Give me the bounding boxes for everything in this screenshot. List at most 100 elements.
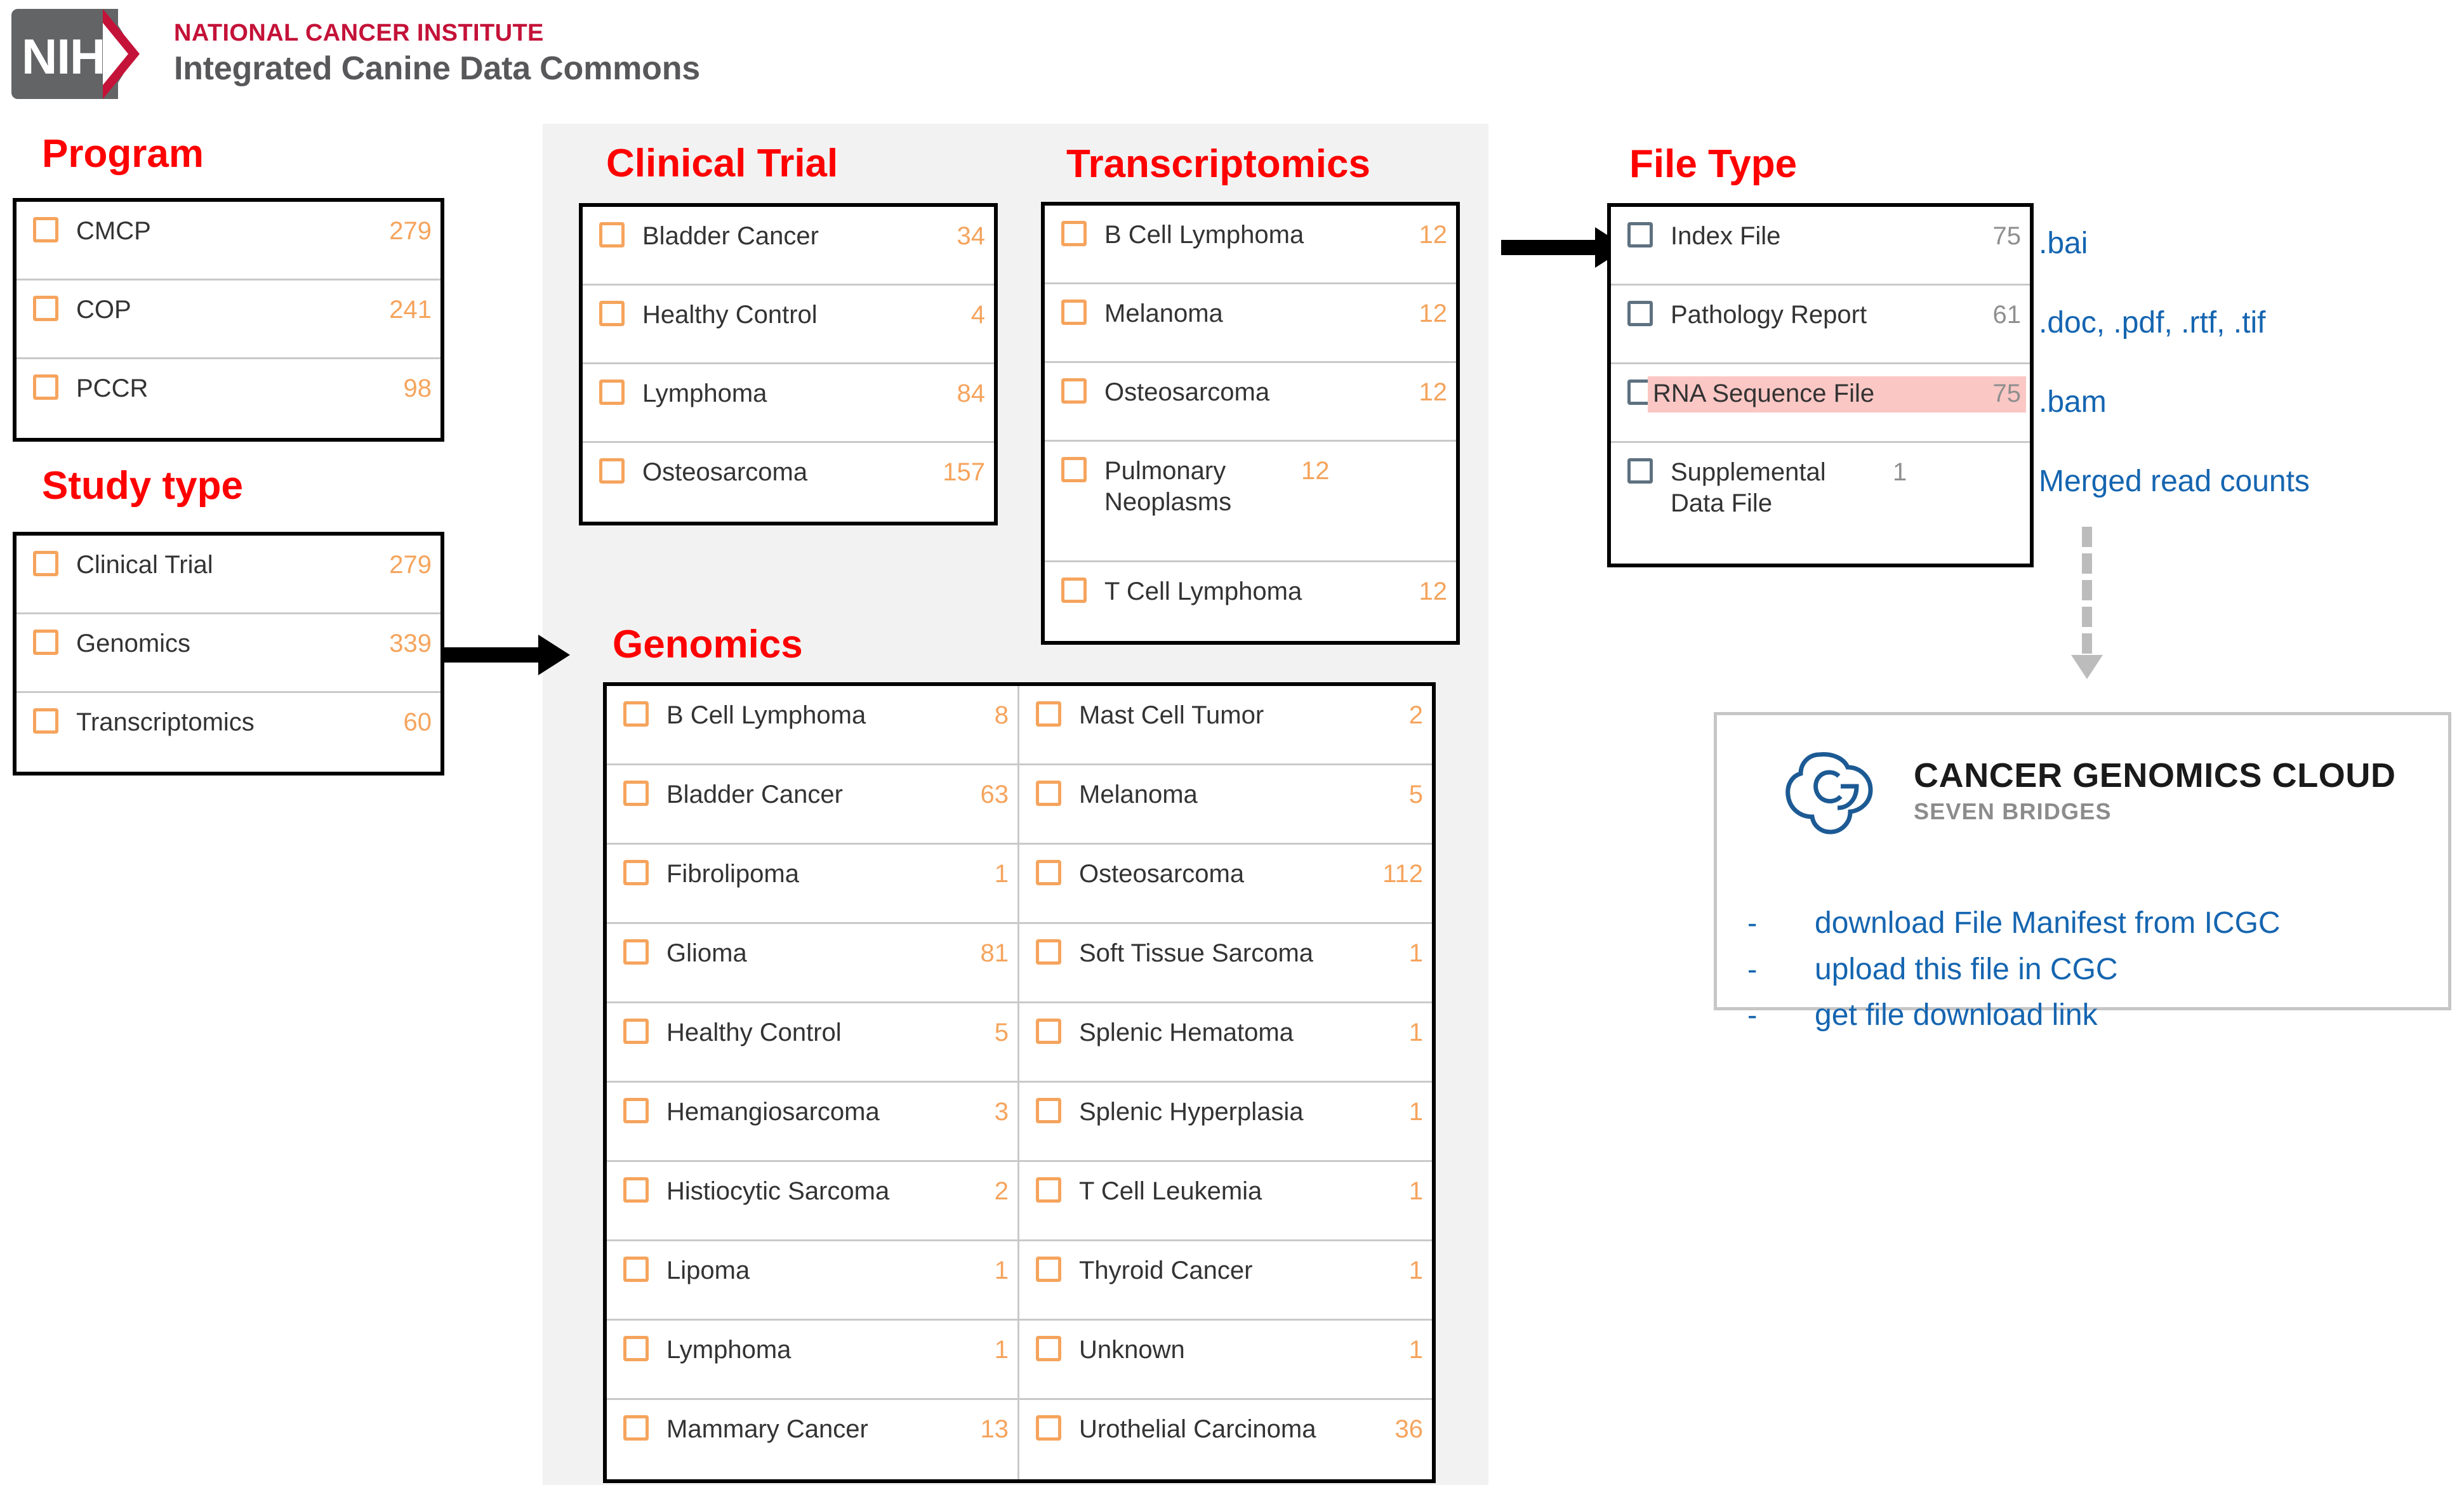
list-item: - upload this file in CGC xyxy=(1747,952,2439,988)
facet-count: 1 xyxy=(1893,458,1907,486)
facet-row-program-cop[interactable]: COP 241 xyxy=(17,280,440,359)
checkbox-icon[interactable] xyxy=(623,701,649,727)
facet-row-gx-lipoma[interactable]: Lipoma 1 xyxy=(607,1241,1017,1321)
facet-row-gx-mammary-cancer[interactable]: Mammary Cancer 13 xyxy=(607,1400,1017,1479)
checkbox-icon[interactable] xyxy=(33,296,58,321)
facet-row-gx-soft-tissue-sarcoma[interactable]: Soft Tissue Sarcoma 1 xyxy=(1019,924,1432,1003)
facet-study-type: Clinical Trial 279 Genomics 339 Transcri… xyxy=(13,532,444,776)
facet-row-gx-healthy-control[interactable]: Healthy Control 5 xyxy=(607,1003,1017,1083)
checkbox-icon[interactable] xyxy=(1061,300,1087,325)
facet-row-gx-splenic-hematoma[interactable]: Splenic Hematoma 1 xyxy=(1019,1003,1432,1083)
checkbox-icon[interactable] xyxy=(623,1177,649,1203)
checkbox-icon[interactable] xyxy=(623,939,649,965)
facet-row-tx-osteosarcoma[interactable]: Osteosarcoma 12 xyxy=(1045,363,1456,442)
facet-label: CMCP xyxy=(76,217,151,245)
section-label-study-type: Study type xyxy=(42,464,243,508)
facet-row-program-cmcp[interactable]: CMCP 279 xyxy=(17,202,440,280)
facet-row-gx-thyroid-cancer[interactable]: Thyroid Cancer 1 xyxy=(1019,1241,1432,1321)
facet-row-ct-lymphoma[interactable]: Lymphoma 84 xyxy=(583,364,994,443)
checkbox-icon[interactable] xyxy=(623,1415,649,1441)
facet-row-ft-supplemental-data-file[interactable]: Supplemental Data File 1 xyxy=(1611,443,2030,564)
facet-row-gx-hemangiosarcoma[interactable]: Hemangiosarcoma 3 xyxy=(607,1083,1017,1162)
checkbox-icon[interactable] xyxy=(623,1098,649,1123)
facet-row-gx-mast-cell-tumor[interactable]: Mast Cell Tumor 2 xyxy=(1019,686,1432,765)
facet-row-ft-pathology-report[interactable]: Pathology Report 61 xyxy=(1611,286,2030,364)
checkbox-icon[interactable] xyxy=(33,551,58,576)
facet-row-study-transcriptomics[interactable]: Transcriptomics 60 xyxy=(17,693,440,772)
checkbox-icon[interactable] xyxy=(1036,1257,1061,1282)
facet-count: 12 xyxy=(1419,300,1448,327)
cgc-step-text: upload this file in CGC xyxy=(1815,952,2118,986)
facet-label: PCCR xyxy=(76,374,149,402)
checkbox-icon[interactable] xyxy=(1061,578,1087,603)
facet-row-gx-b-cell-lymphoma[interactable]: B Cell Lymphoma 8 xyxy=(607,686,1017,765)
facet-row-gx-urothelial-carcinoma[interactable]: Urothelial Carcinoma 36 xyxy=(1019,1400,1432,1479)
nih-logo: NIH xyxy=(11,9,156,99)
checkbox-icon[interactable] xyxy=(1036,701,1061,727)
facet-row-tx-pulmonary-neoplasms[interactable]: Pulmonary Neoplasms 12 xyxy=(1045,442,1456,562)
facet-row-gx-osteosarcoma[interactable]: Osteosarcoma 112 xyxy=(1019,845,1432,924)
facet-count: 61 xyxy=(1992,301,2022,329)
checkbox-icon[interactable] xyxy=(33,374,58,400)
checkbox-icon[interactable] xyxy=(33,630,58,655)
facet-count: 1 xyxy=(1408,1336,1423,1364)
checkbox-icon[interactable] xyxy=(623,1019,649,1044)
checkbox-icon[interactable] xyxy=(33,217,58,242)
facet-row-gx-melanoma[interactable]: Melanoma 5 xyxy=(1019,765,1432,845)
nih-logo-letters: NIH xyxy=(22,29,105,84)
facet-row-gx-splenic-hyperplasia[interactable]: Splenic Hyperplasia 1 xyxy=(1019,1083,1432,1162)
checkbox-icon[interactable] xyxy=(1061,457,1087,482)
facet-label: Mammary Cancer xyxy=(666,1415,868,1443)
annotation-doc-pdf-rtf-tif: .doc, .pdf, .rtf, .tif xyxy=(2039,306,2266,340)
checkbox-icon[interactable] xyxy=(1036,781,1061,806)
checkbox-icon[interactable] xyxy=(33,708,58,734)
facet-row-gx-lymphoma[interactable]: Lymphoma 1 xyxy=(607,1321,1017,1400)
facet-row-study-genomics[interactable]: Genomics 339 xyxy=(17,614,440,693)
facet-count: 1 xyxy=(994,860,1009,888)
facet-row-gx-bladder-cancer[interactable]: Bladder Cancer 63 xyxy=(607,765,1017,845)
cgc-subtitle: SEVEN BRIDGES xyxy=(1914,798,2112,824)
checkbox-icon[interactable] xyxy=(623,1336,649,1361)
checkbox-icon[interactable] xyxy=(623,781,649,806)
checkbox-icon[interactable] xyxy=(1061,221,1087,246)
checkbox-icon[interactable] xyxy=(599,380,625,405)
facet-count: 279 xyxy=(389,551,432,579)
facet-row-tx-melanoma[interactable]: Melanoma 12 xyxy=(1045,284,1456,363)
checkbox-icon[interactable] xyxy=(1036,1019,1061,1044)
facet-row-gx-histiocytic-sarcoma[interactable]: Histiocytic Sarcoma 2 xyxy=(607,1162,1017,1241)
facet-label: Lipoma xyxy=(666,1257,750,1284)
checkbox-icon[interactable] xyxy=(623,1257,649,1282)
facet-row-tx-t-cell-lymphoma[interactable]: T Cell Lymphoma 12 xyxy=(1045,562,1456,641)
facet-row-program-pccr[interactable]: PCCR 98 xyxy=(17,359,440,438)
bullet-dash-icon: - xyxy=(1747,998,1758,1032)
facet-row-study-clinical-trial[interactable]: Clinical Trial 279 xyxy=(17,536,440,614)
facet-row-tx-b-cell-lymphoma[interactable]: B Cell Lymphoma 12 xyxy=(1045,206,1456,284)
checkbox-icon[interactable] xyxy=(1036,1336,1061,1361)
facet-row-gx-unknown[interactable]: Unknown 1 xyxy=(1019,1321,1432,1400)
checkbox-icon[interactable] xyxy=(1036,860,1061,885)
checkbox-icon[interactable] xyxy=(599,301,625,326)
checkbox-icon[interactable] xyxy=(599,222,625,248)
checkbox-icon[interactable] xyxy=(1036,939,1061,965)
facet-row-ct-healthy-control[interactable]: Healthy Control 4 xyxy=(583,286,994,364)
facet-row-gx-glioma[interactable]: Glioma 81 xyxy=(607,924,1017,1003)
facet-label: Pulmonary Neoplasms xyxy=(1104,457,1232,516)
facet-label: Hemangiosarcoma xyxy=(666,1098,880,1126)
checkbox-icon[interactable] xyxy=(623,860,649,885)
bullet-dash-icon: - xyxy=(1747,952,1758,986)
facet-row-ct-osteosarcoma[interactable]: Osteosarcoma 157 xyxy=(583,443,994,522)
checkbox-icon[interactable] xyxy=(599,458,625,484)
checkbox-icon[interactable] xyxy=(1036,1098,1061,1123)
checkbox-icon[interactable] xyxy=(1036,1177,1061,1203)
checkbox-icon[interactable] xyxy=(1036,1415,1061,1441)
facet-row-ft-index-file[interactable]: Index File 75 xyxy=(1611,207,2030,286)
checkbox-icon[interactable] xyxy=(1627,458,1653,484)
facet-row-gx-t-cell-leukemia[interactable]: T Cell Leukemia 1 xyxy=(1019,1162,1432,1241)
facet-label: Thyroid Cancer xyxy=(1079,1257,1253,1284)
checkbox-icon[interactable] xyxy=(1061,378,1087,404)
facet-row-ft-rna-sequence-file[interactable]: RNA Sequence File 75 xyxy=(1611,364,2030,443)
checkbox-icon[interactable] xyxy=(1627,301,1653,326)
checkbox-icon[interactable] xyxy=(1627,222,1653,248)
facet-row-ct-bladder-cancer[interactable]: Bladder Cancer 34 xyxy=(583,207,994,286)
facet-row-gx-fibrolipoma[interactable]: Fibrolipoma 1 xyxy=(607,845,1017,924)
